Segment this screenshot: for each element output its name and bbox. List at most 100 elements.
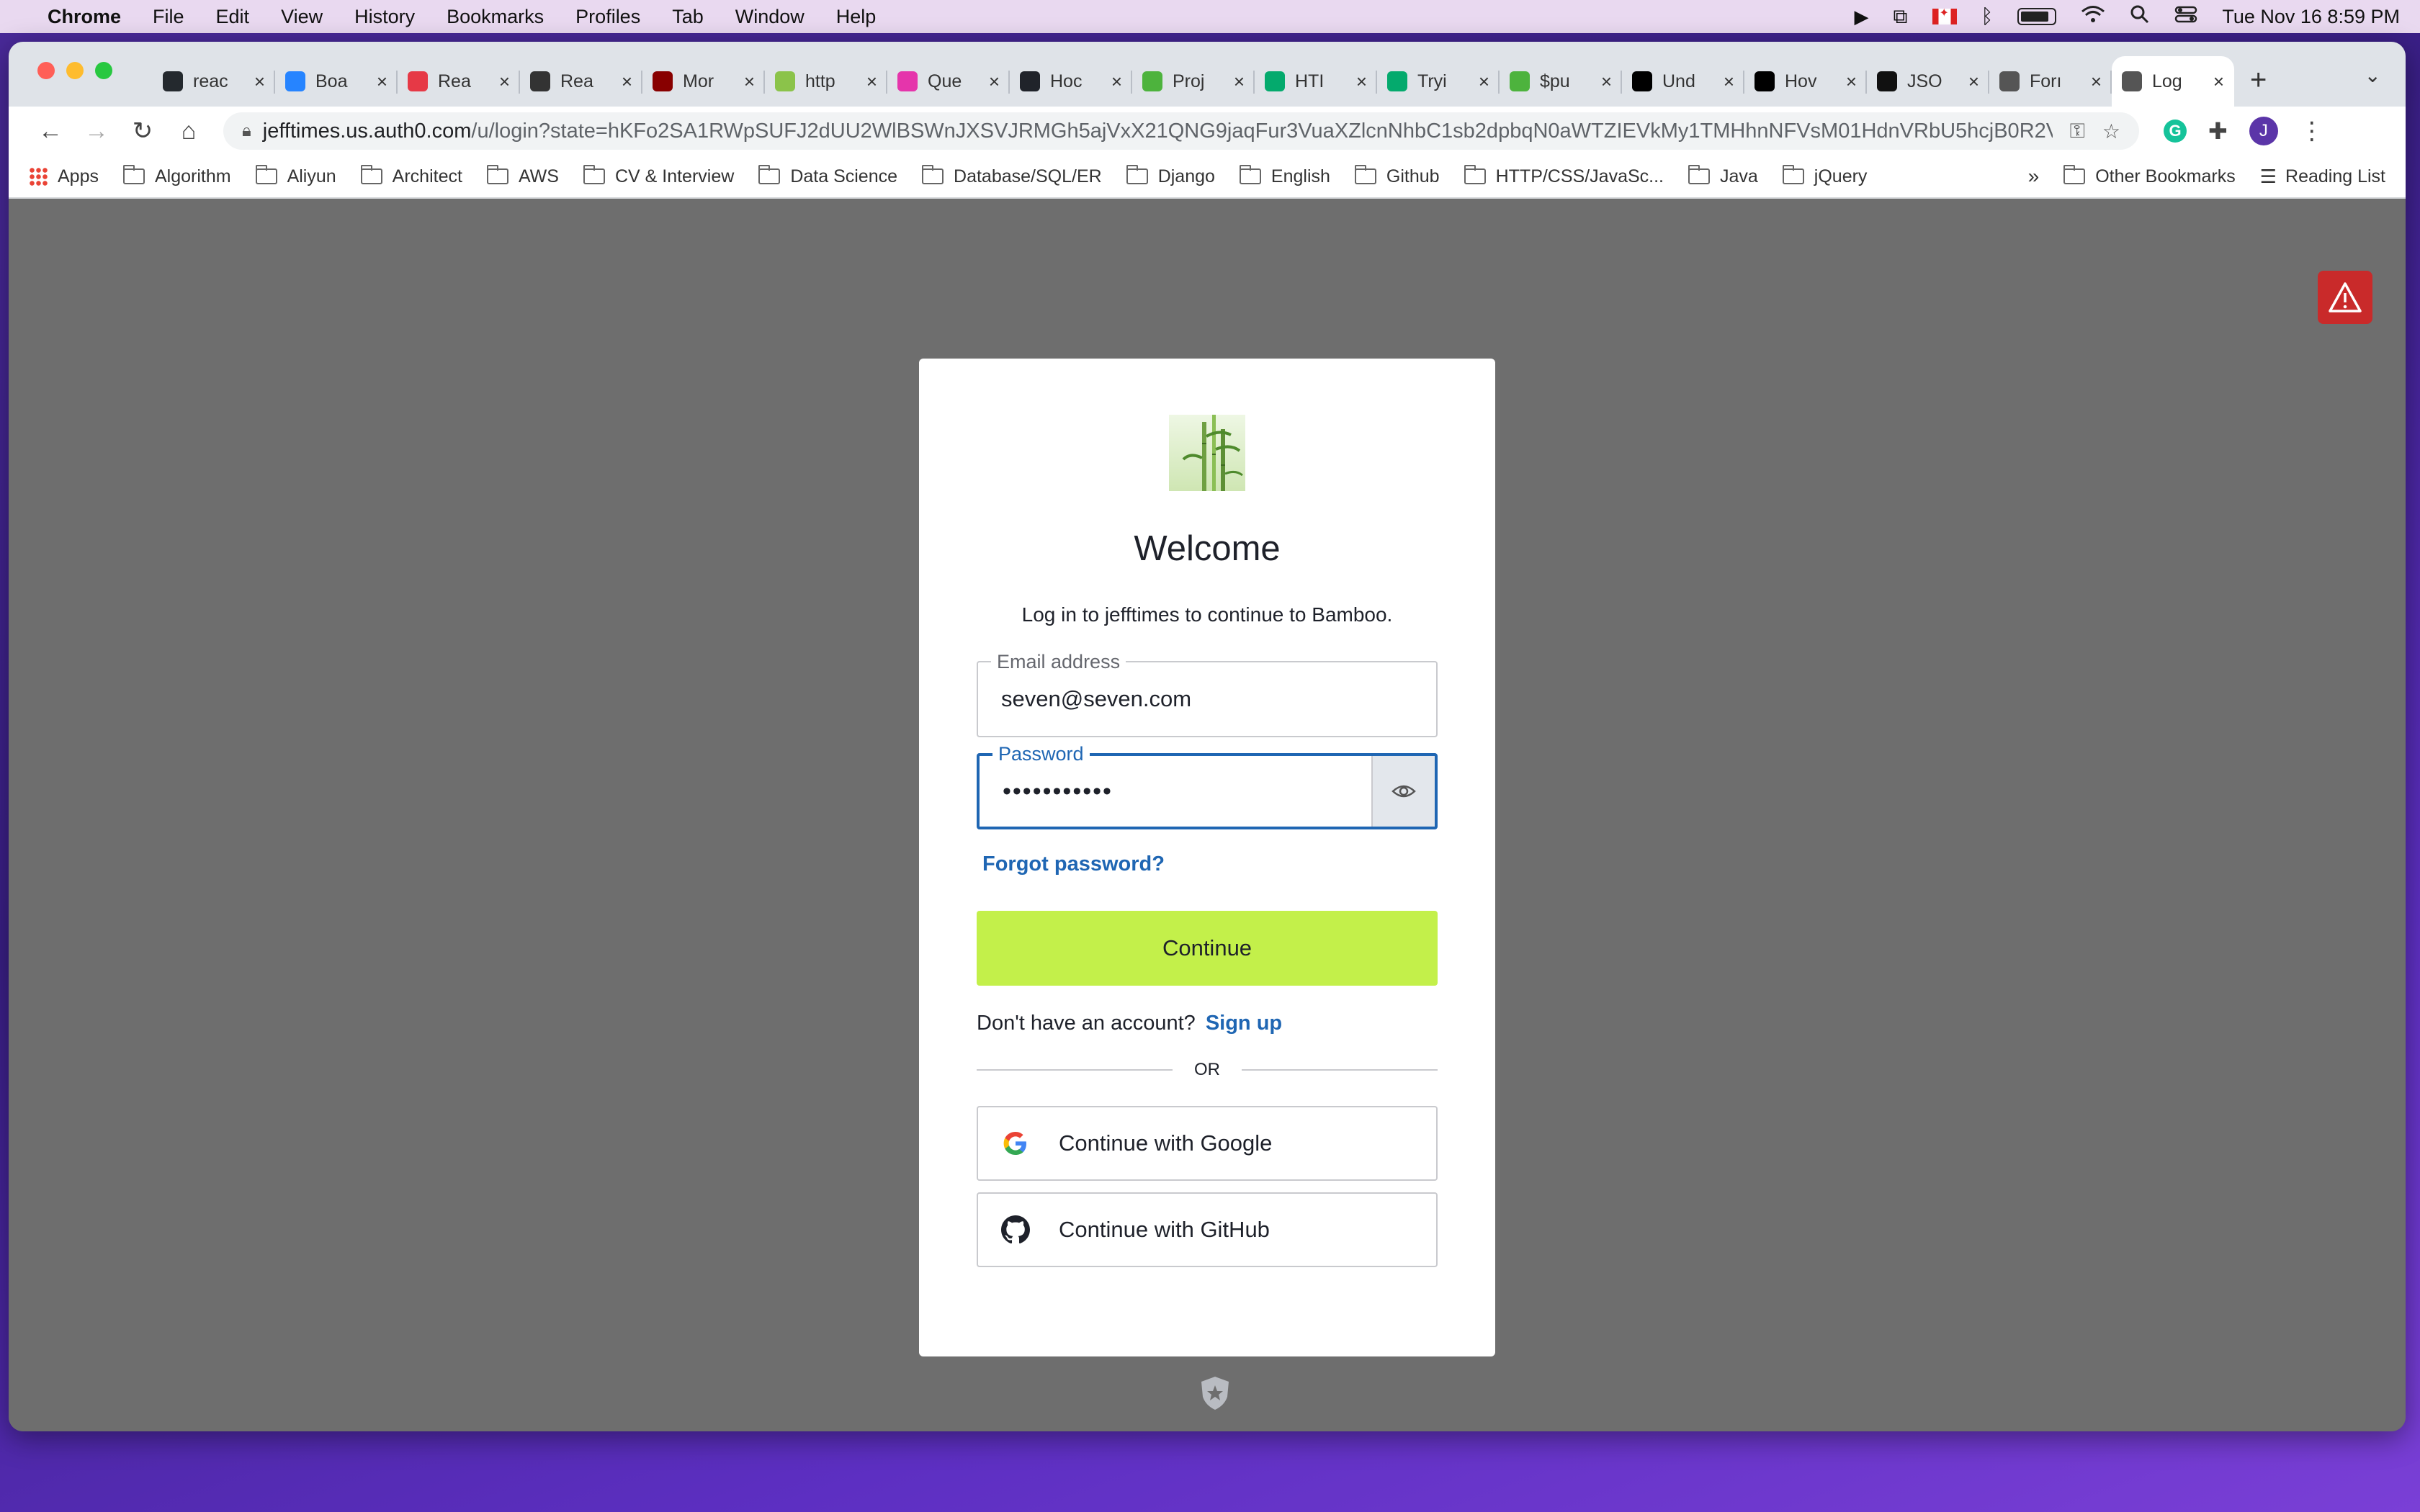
bookmark-folder[interactable]: AWS bbox=[486, 165, 559, 187]
menubar-clock[interactable]: Tue Nov 16 8:59 PM bbox=[2222, 6, 2400, 28]
back-arrow-icon[interactable]: ← bbox=[27, 117, 73, 145]
browser-tab[interactable]: Hov × bbox=[1744, 56, 1867, 107]
password-field[interactable]: Password ••••••••••• bbox=[977, 743, 1438, 829]
canada-flag-icon[interactable] bbox=[1932, 6, 1957, 24]
close-tab-icon[interactable]: × bbox=[1724, 71, 1734, 93]
bookmark-folder[interactable]: Database/SQL/ER bbox=[922, 165, 1102, 187]
bookmark-folder[interactable]: English bbox=[1239, 165, 1330, 187]
browser-tab[interactable]: Und × bbox=[1622, 56, 1744, 107]
close-tab-icon[interactable]: × bbox=[2091, 71, 2102, 93]
tab-search-chevron-icon[interactable]: ⌄ bbox=[2365, 63, 2381, 87]
browser-tab[interactable]: Boa × bbox=[275, 56, 398, 107]
close-tab-icon[interactable]: × bbox=[1968, 71, 1979, 93]
zoom-window-button[interactable] bbox=[95, 62, 112, 79]
bookmark-folder[interactable]: Aliyun bbox=[255, 165, 336, 187]
browser-tab[interactable]: $pu × bbox=[1500, 56, 1622, 107]
spotlight-icon[interactable] bbox=[2130, 4, 2150, 30]
bookmark-folder[interactable]: Data Science bbox=[758, 165, 897, 187]
profile-avatar[interactable]: J bbox=[2249, 117, 2278, 145]
control-center-icon[interactable] bbox=[2174, 5, 2197, 29]
menu-bookmarks[interactable]: Bookmarks bbox=[447, 6, 544, 28]
browser-tab[interactable]: reac × bbox=[153, 56, 275, 107]
bookmark-folder[interactable]: CV & Interview bbox=[583, 165, 734, 187]
close-tab-icon[interactable]: × bbox=[1846, 71, 1857, 93]
continue-with-google-button[interactable]: Continue with Google bbox=[977, 1106, 1438, 1181]
bookmark-folder[interactable]: Github bbox=[1354, 165, 1440, 187]
lock-icon[interactable]: 🔒︎ bbox=[242, 121, 251, 141]
continue-button[interactable]: Continue bbox=[977, 911, 1438, 986]
close-tab-icon[interactable]: × bbox=[254, 71, 265, 93]
email-field[interactable]: Email address seven@seven.com bbox=[977, 651, 1438, 737]
address-bar[interactable]: 🔒︎ jefftimes.us.auth0.com /u/login?state… bbox=[223, 112, 2139, 150]
close-tab-icon[interactable]: × bbox=[1234, 71, 1245, 93]
wifi-icon[interactable] bbox=[2081, 5, 2105, 29]
browser-tab[interactable]: Rea × bbox=[398, 56, 520, 107]
close-tab-icon[interactable]: × bbox=[499, 71, 510, 93]
close-tab-icon[interactable]: × bbox=[1479, 71, 1489, 93]
browser-tab[interactable]: http × bbox=[765, 56, 887, 107]
continue-with-github-button[interactable]: Continue with GitHub bbox=[977, 1192, 1438, 1267]
play-icon[interactable]: ▶ bbox=[1855, 6, 1869, 28]
home-icon[interactable]: ⌂ bbox=[166, 117, 212, 145]
close-tab-icon[interactable]: × bbox=[744, 71, 755, 93]
bookmark-folder[interactable]: Algorithm bbox=[122, 165, 231, 187]
browser-tab[interactable]: Que × bbox=[887, 56, 1010, 107]
menu-help[interactable]: Help bbox=[836, 6, 877, 28]
bookmark-folder[interactable]: HTTP/CSS/JavaSc... bbox=[1464, 165, 1664, 187]
grammarly-icon[interactable]: G bbox=[2164, 120, 2187, 143]
menu-edit[interactable]: Edit bbox=[216, 6, 250, 28]
menu-history[interactable]: History bbox=[354, 6, 415, 28]
forward-arrow-icon[interactable]: → bbox=[73, 117, 120, 145]
bluetooth-icon[interactable]: ᛒ bbox=[1981, 5, 1994, 28]
close-tab-icon[interactable]: × bbox=[1601, 71, 1612, 93]
screen-mirror-icon[interactable]: ⧉ bbox=[1894, 5, 1908, 29]
browser-tab[interactable]: Hoc × bbox=[1010, 56, 1132, 107]
menu-file[interactable]: File bbox=[153, 6, 184, 28]
folder-icon bbox=[1126, 165, 1148, 184]
minimize-window-button[interactable] bbox=[66, 62, 84, 79]
bookmark-apps[interactable]: Apps bbox=[29, 166, 99, 187]
close-tab-icon[interactable]: × bbox=[989, 71, 1000, 93]
extensions-puzzle-icon[interactable]: ✚ bbox=[2208, 117, 2228, 145]
close-tab-icon[interactable]: × bbox=[1356, 71, 1367, 93]
close-tab-icon[interactable]: × bbox=[377, 71, 387, 93]
bookmark-folder[interactable]: Java bbox=[1688, 165, 1758, 187]
menu-view[interactable]: View bbox=[281, 6, 323, 28]
email-value[interactable]: seven@seven.com bbox=[1001, 686, 1191, 712]
browser-tab[interactable]: Proj × bbox=[1132, 56, 1255, 107]
reading-list[interactable]: ☰ Reading List bbox=[2260, 166, 2385, 188]
browser-tab[interactable]: Tryi × bbox=[1377, 56, 1500, 107]
key-icon[interactable]: ⚿ bbox=[2070, 120, 2085, 143]
close-tab-icon[interactable]: × bbox=[2213, 71, 2224, 93]
browser-tab[interactable]: Rea × bbox=[520, 56, 642, 107]
bookmark-label: Architect bbox=[392, 166, 462, 186]
bookmark-other[interactable]: Other Bookmarks bbox=[2063, 165, 2236, 187]
menu-window[interactable]: Window bbox=[735, 6, 805, 28]
show-password-eye-icon[interactable] bbox=[1371, 756, 1435, 827]
browser-tab[interactable]: Forı × bbox=[1989, 56, 2112, 107]
password-value[interactable]: ••••••••••• bbox=[1003, 778, 1113, 806]
browser-tab[interactable]: Log × bbox=[2112, 56, 2234, 107]
bookmark-folder[interactable]: Django bbox=[1126, 165, 1215, 187]
menu-app-name[interactable]: Chrome bbox=[48, 6, 121, 28]
bookmarks-overflow-icon[interactable]: » bbox=[2028, 165, 2040, 188]
close-tab-icon[interactable]: × bbox=[1111, 71, 1122, 93]
browser-tab[interactable]: HTI × bbox=[1255, 56, 1377, 107]
browser-tab[interactable]: JSO × bbox=[1867, 56, 1989, 107]
close-window-button[interactable] bbox=[37, 62, 55, 79]
menu-tab[interactable]: Tab bbox=[672, 6, 704, 28]
chrome-menu-icon[interactable]: ⋮ bbox=[2300, 117, 2324, 145]
signup-link[interactable]: Sign up bbox=[1206, 1012, 1282, 1035]
warning-icon[interactable] bbox=[2318, 271, 2372, 324]
bookmark-star-icon[interactable]: ☆ bbox=[2102, 120, 2120, 143]
new-tab-button[interactable]: + bbox=[2250, 64, 2267, 96]
browser-tab[interactable]: Mor × bbox=[642, 56, 765, 107]
bookmark-folder[interactable]: Architect bbox=[360, 165, 462, 187]
menu-profiles[interactable]: Profiles bbox=[575, 6, 640, 28]
battery-icon[interactable] bbox=[2017, 8, 2057, 25]
forgot-password-link[interactable]: Forgot password? bbox=[982, 852, 1165, 876]
close-tab-icon[interactable]: × bbox=[622, 71, 632, 93]
bookmark-folder[interactable]: jQuery bbox=[1782, 165, 1867, 187]
reload-icon[interactable]: ↻ bbox=[120, 117, 166, 145]
close-tab-icon[interactable]: × bbox=[866, 71, 877, 93]
